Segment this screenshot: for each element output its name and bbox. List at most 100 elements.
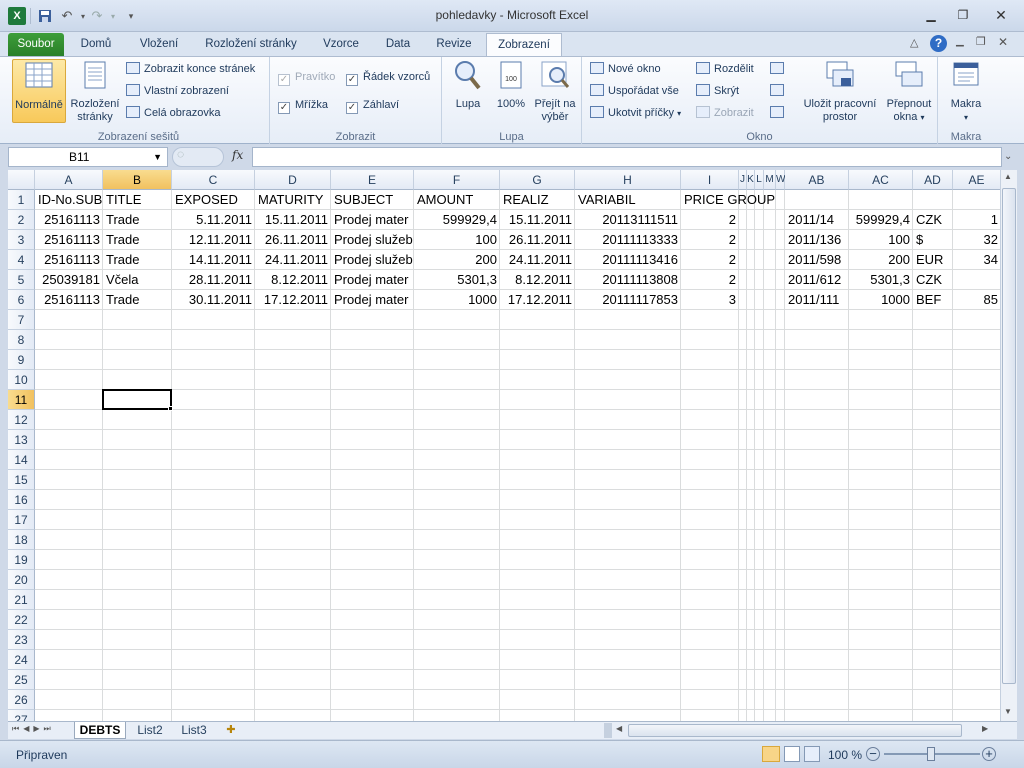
workbook-restore-icon[interactable]: ❐ — [976, 35, 986, 48]
fill-handle[interactable] — [168, 406, 173, 411]
row-header[interactable]: 7 — [8, 310, 35, 330]
insert-sheet-icon[interactable]: ✚ — [220, 723, 242, 738]
cell[interactable]: 2011/14 — [785, 210, 849, 230]
tab-page-layout[interactable]: Rozložení stránky — [196, 33, 306, 56]
cell[interactable]: 2 — [681, 230, 739, 250]
cell[interactable]: 30.11.2011 — [172, 290, 255, 310]
cell[interactable]: 26.11.2011 — [500, 230, 575, 250]
vertical-scrollbar[interactable]: ▲ ▼ — [1000, 170, 1017, 721]
row-header[interactable]: 22 — [8, 610, 35, 630]
cell[interactable]: CZK — [913, 270, 953, 290]
column-header[interactable]: AD — [913, 170, 953, 190]
cell[interactable]: Trade — [103, 250, 172, 270]
ruler-checkbox[interactable]: ✓ Pravítko — [278, 67, 335, 87]
cell[interactable]: Prodej mater — [331, 290, 414, 310]
insert-function-button[interactable]: fx — [232, 148, 243, 162]
cell[interactable]: 200 — [414, 250, 500, 270]
horizontal-scroll-thumb[interactable] — [628, 724, 962, 737]
workbook-minimize-icon[interactable]: ▁ — [956, 36, 964, 47]
cell[interactable]: 1 — [953, 210, 1000, 230]
cell[interactable]: SUBJECT — [331, 190, 414, 210]
row-header[interactable]: 8 — [8, 330, 35, 350]
cell[interactable]: 20111113333 — [575, 230, 681, 250]
row-header[interactable]: 26 — [8, 690, 35, 710]
tab-data[interactable]: Data — [376, 33, 420, 56]
page-break-preview-button[interactable]: Zobrazit konce stránek — [126, 59, 255, 79]
hide-button[interactable]: Skrýt — [696, 81, 739, 101]
row-header[interactable]: 27 — [8, 710, 35, 721]
new-window-button[interactable]: Nové okno — [590, 59, 661, 79]
row-header[interactable]: 15 — [8, 470, 35, 490]
switch-windows-button[interactable]: Přepnout okna ▾ — [882, 59, 936, 124]
scroll-left-icon[interactable]: ◀ — [616, 724, 622, 733]
cell[interactable]: 2 — [681, 270, 739, 290]
row-header[interactable]: 1 — [8, 190, 35, 210]
row-header[interactable]: 12 — [8, 410, 35, 430]
zoom-100-button[interactable]: 100 100% — [490, 59, 532, 111]
column-header[interactable]: K — [747, 170, 755, 190]
cell[interactable]: PRICE GROUP — [681, 190, 776, 210]
cell[interactable]: 2 — [681, 210, 739, 230]
normal-view-status-icon[interactable] — [762, 746, 780, 762]
cell[interactable]: 20113111511 — [575, 210, 681, 230]
column-header[interactable]: L — [755, 170, 764, 190]
tab-home[interactable]: Domů — [72, 33, 120, 56]
zoom-out-icon[interactable]: − — [866, 747, 880, 761]
cell[interactable] — [953, 270, 1000, 290]
row-header[interactable]: 6 — [8, 290, 35, 310]
reset-window-position-button[interactable] — [770, 103, 788, 123]
row-header[interactable]: 20 — [8, 570, 35, 590]
cell[interactable]: 3 — [681, 290, 739, 310]
scroll-right-icon[interactable]: ▶ — [982, 724, 988, 733]
cell[interactable]: Včela — [103, 270, 172, 290]
cell[interactable]: 1000 — [849, 290, 913, 310]
column-header[interactable]: A — [35, 170, 103, 190]
headings-checkbox[interactable]: ✓ Záhlaví — [346, 95, 399, 115]
page-layout-button[interactable]: Rozložení stránky — [68, 59, 122, 124]
page-layout-status-icon[interactable] — [784, 746, 800, 762]
row-header[interactable]: 21 — [8, 590, 35, 610]
row-header[interactable]: 14 — [8, 450, 35, 470]
cell[interactable]: 20111113808 — [575, 270, 681, 290]
zoom-slider-thumb[interactable] — [927, 747, 935, 761]
cell[interactable]: 2011/136 — [785, 230, 849, 250]
row-header[interactable]: 13 — [8, 430, 35, 450]
cell[interactable]: 25161113 — [35, 210, 103, 230]
row-header[interactable]: 2 — [8, 210, 35, 230]
cell[interactable]: 8.12.2011 — [500, 270, 575, 290]
cell[interactable]: 5301,3 — [414, 270, 500, 290]
formula-input[interactable] — [252, 147, 1002, 167]
sheet-nav-icons[interactable]: ⏮◀▶⏭ — [12, 724, 55, 734]
sheet-tab-list3[interactable]: List3 — [174, 722, 214, 739]
column-header[interactable]: G — [500, 170, 575, 190]
cell[interactable]: BEF — [913, 290, 953, 310]
cell[interactable]: 2 — [681, 250, 739, 270]
cell[interactable]: 26.11.2011 — [255, 230, 331, 250]
column-header[interactable]: B — [103, 170, 172, 190]
select-all-corner[interactable] — [8, 170, 35, 190]
sheet-tab-debts[interactable]: DEBTS — [74, 722, 126, 739]
freeze-panes-button[interactable]: Ukotvit příčky ▾ — [590, 103, 681, 123]
column-header[interactable]: D — [255, 170, 331, 190]
page-break-status-icon[interactable] — [804, 746, 820, 762]
column-header[interactable]: C — [172, 170, 255, 190]
scroll-down-icon[interactable]: ▼ — [1004, 707, 1012, 716]
tab-formulas[interactable]: Vzorce — [314, 33, 368, 56]
zoom-in-icon[interactable]: + — [982, 747, 996, 761]
cell[interactable]: 25039181 — [35, 270, 103, 290]
gridlines-checkbox[interactable]: ✓ Mřížka — [278, 95, 328, 115]
row-header[interactable]: 4 — [8, 250, 35, 270]
minimize-icon[interactable]: ▁ — [918, 6, 944, 24]
row-header[interactable]: 24 — [8, 650, 35, 670]
full-screen-button[interactable]: Celá obrazovka — [126, 103, 220, 123]
cell[interactable]: 8.12.2011 — [255, 270, 331, 290]
tab-insert[interactable]: Vložení — [128, 33, 190, 56]
cell[interactable]: 24.11.2011 — [500, 250, 575, 270]
cell[interactable]: CZK — [913, 210, 953, 230]
cell[interactable]: 2011/612 — [785, 270, 849, 290]
view-side-by-side-button[interactable] — [770, 59, 788, 79]
cell[interactable]: 20111113416 — [575, 250, 681, 270]
cell[interactable]: REALIZ — [500, 190, 575, 210]
row-header[interactable]: 10 — [8, 370, 35, 390]
row-header[interactable]: 16 — [8, 490, 35, 510]
